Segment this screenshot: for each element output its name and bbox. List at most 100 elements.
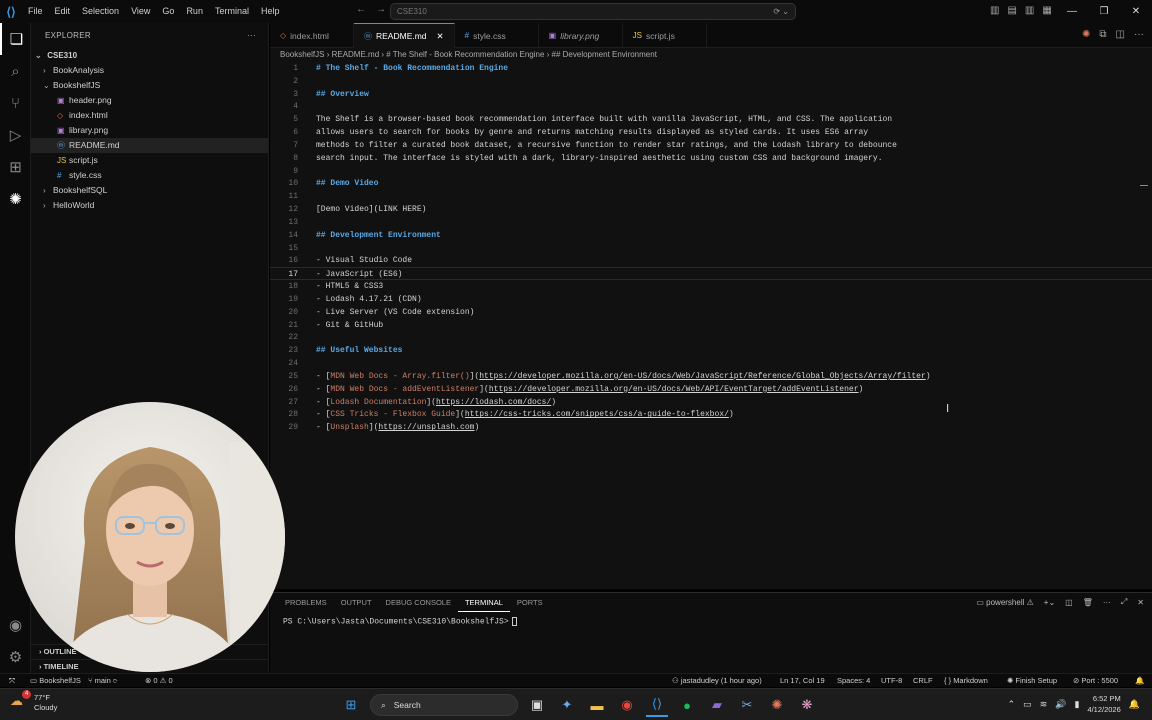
file-index-html[interactable]: ◇ index.html: [31, 108, 268, 123]
toggle-sidebar-icon[interactable]: ▥: [990, 5, 999, 16]
task-view-icon[interactable]: ▣: [526, 693, 548, 717]
more-actions-icon[interactable]: ···: [1134, 29, 1144, 40]
status-finish-setup[interactable]: ✺ Finish Setup: [1007, 674, 1057, 688]
trash-icon[interactable]: 🗑: [1083, 598, 1093, 607]
snipping-tool-icon[interactable]: ✂: [736, 693, 758, 717]
tray-app-icon[interactable]: ▭: [1023, 699, 1032, 710]
close-window-icon[interactable]: ✕: [1120, 0, 1152, 23]
wifi-icon[interactable]: ≋: [1040, 699, 1048, 710]
file-header-png[interactable]: ▣ header.png: [31, 93, 268, 108]
file-library-png[interactable]: ▣ library.png: [31, 123, 268, 138]
visual-studio-icon[interactable]: ▰: [706, 693, 728, 717]
new-terminal-icon[interactable]: +⌄: [1044, 598, 1055, 607]
menu-item-selection[interactable]: Selection: [76, 0, 125, 23]
link-url[interactable]: https://lodash.com/docs/: [436, 398, 551, 407]
link-url[interactable]: https://developer.mozilla.org/en-US/docs…: [479, 372, 925, 381]
account-icon[interactable]: ◉: [0, 609, 31, 641]
photos-app-icon[interactable]: ❋: [796, 693, 818, 717]
link-url[interactable]: https://developer.mozilla.org/en-US/docs…: [489, 385, 859, 394]
toggle-panel-icon[interactable]: ▤: [1007, 5, 1016, 16]
settings-gear-icon[interactable]: ⚙: [0, 641, 31, 673]
tab-readme-md[interactable]: ⓜ README.md ✕: [354, 23, 455, 48]
status-branch[interactable]: ⑂ main ⟳: [88, 674, 117, 688]
status-folder[interactable]: ▭ BookshelfJS: [30, 674, 81, 688]
notifications-bell-icon[interactable]: 🔔: [1135, 674, 1144, 688]
more-actions-icon[interactable]: ···: [1103, 598, 1111, 607]
taskbar-search[interactable]: ⌕ Search: [370, 694, 518, 716]
menu-item-help[interactable]: Help: [255, 0, 286, 23]
terminal-output[interactable]: PS C:\Users\Jasta\Documents\CSE310\Books…: [283, 617, 517, 627]
file-explorer-icon[interactable]: ▬: [586, 693, 608, 717]
panel-tab-terminal[interactable]: TERMINAL: [457, 593, 510, 612]
volume-icon[interactable]: 🔊: [1055, 699, 1066, 710]
terminal-shell-label[interactable]: ▭ powershell ⚠: [976, 598, 1033, 607]
panel-tab-debug-console[interactable]: DEBUG CONSOLE: [379, 593, 458, 612]
claude-app-icon[interactable]: ✺: [766, 693, 788, 717]
explorer-icon[interactable]: ❏: [0, 23, 31, 55]
copilot-icon[interactable]: ⟳ ⌄: [773, 4, 789, 19]
file-style-css[interactable]: # style.css: [31, 168, 268, 183]
open-preview-icon[interactable]: ⧉: [1099, 29, 1106, 40]
close-tab-icon[interactable]: ✕: [437, 31, 444, 42]
code-editor[interactable]: 1 # The Shelf - Book Recommendation Engin…: [270, 62, 1152, 589]
maximize-panel-icon[interactable]: ⤢: [1121, 597, 1127, 607]
status-live-server[interactable]: ⊘ Port : 5500: [1073, 674, 1118, 688]
status-language[interactable]: { } Markdown: [944, 674, 988, 688]
folder-helloworld[interactable]: › HelloWorld: [31, 198, 268, 213]
windows-start-icon[interactable]: ⊞: [340, 693, 362, 717]
customize-layout-icon[interactable]: ▦: [1042, 5, 1051, 16]
tray-chevron-up-icon[interactable]: ⌃: [1008, 699, 1016, 710]
folder-bookanalysis[interactable]: › BookAnalysis: [31, 63, 268, 78]
split-editor-icon[interactable]: ◫: [1116, 29, 1125, 40]
forward-arrow-icon[interactable]: →: [376, 4, 386, 15]
link-url[interactable]: https://unsplash.com: [378, 423, 474, 432]
toggle-secondary-sidebar-icon[interactable]: ▥: [1025, 5, 1034, 16]
breadcrumb[interactable]: BookshelfJS › README.md › # The Shelf - …: [270, 48, 1152, 62]
spotify-icon[interactable]: ●: [676, 693, 698, 717]
file-readme-md[interactable]: ⓜ README.md: [31, 138, 268, 153]
panel-tab-output[interactable]: OUTPUT: [334, 593, 379, 612]
link-url[interactable]: https://css-tricks.com/snippets/css/a-gu…: [465, 410, 729, 419]
menu-item-view[interactable]: View: [125, 0, 156, 23]
file-script-js[interactable]: JS script.js: [31, 153, 268, 168]
tab-library-png[interactable]: ▣ library.png: [539, 23, 623, 48]
status-problems[interactable]: ⊗ 0 ⚠ 0: [145, 674, 173, 688]
close-panel-icon[interactable]: ✕: [1137, 598, 1144, 607]
copilot-icon[interactable]: ✺: [1082, 29, 1090, 40]
remote-icon[interactable]: ⤧: [0, 674, 24, 688]
source-control-icon[interactable]: ⑂: [0, 87, 31, 119]
back-arrow-icon[interactable]: ←: [356, 4, 366, 15]
command-center[interactable]: CSE310 ⟳ ⌄: [390, 3, 796, 20]
status-eol[interactable]: CRLF: [913, 674, 933, 688]
notification-bell-icon[interactable]: 🔔: [1129, 699, 1140, 710]
run-debug-icon[interactable]: ▷: [0, 119, 31, 151]
tab-index-html[interactable]: ◇ index.html: [270, 23, 354, 48]
vscode-taskbar-icon[interactable]: ⟨⟩: [646, 693, 668, 717]
menu-item-go[interactable]: Go: [156, 0, 180, 23]
workspace-root[interactable]: ⌄ CSE310: [31, 48, 268, 63]
menu-item-file[interactable]: File: [22, 0, 49, 23]
panel-tab-ports[interactable]: PORTS: [510, 593, 550, 612]
split-terminal-icon[interactable]: ◫: [1065, 598, 1073, 607]
menu-item-run[interactable]: Run: [180, 0, 209, 23]
status-encoding[interactable]: UTF-8: [881, 674, 902, 688]
tab-style-css[interactable]: # style.css: [455, 23, 539, 48]
status-position[interactable]: Ln 17, Col 19: [780, 674, 825, 688]
tab-script-js[interactable]: JS script.js: [623, 23, 707, 48]
menu-item-edit[interactable]: Edit: [49, 0, 77, 23]
panel-tab-problems[interactable]: PROBLEMS: [278, 593, 334, 612]
folder-bookshelfsql[interactable]: › BookshelfSQL: [31, 183, 268, 198]
minimize-icon[interactable]: —: [1056, 0, 1088, 23]
copilot-chat-icon[interactable]: ✺: [0, 183, 31, 215]
copilot-app-icon[interactable]: ✦: [556, 693, 578, 717]
status-indentation[interactable]: Spaces: 4: [837, 674, 870, 688]
status-blame[interactable]: ⚇ jastadudley (1 hour ago): [672, 674, 762, 688]
folder-bookshelfjs[interactable]: ⌄ BookshelfJS: [31, 78, 268, 93]
restore-icon[interactable]: ❐: [1088, 0, 1120, 23]
menu-item-terminal[interactable]: Terminal: [209, 0, 255, 23]
clock[interactable]: 6:52 PM 4/12/2026: [1087, 693, 1120, 715]
battery-icon[interactable]: ▮: [1074, 699, 1079, 710]
search-icon[interactable]: ⌕: [0, 55, 31, 87]
more-actions-icon[interactable]: ···: [247, 31, 256, 40]
extensions-icon[interactable]: ⊞: [0, 151, 31, 183]
